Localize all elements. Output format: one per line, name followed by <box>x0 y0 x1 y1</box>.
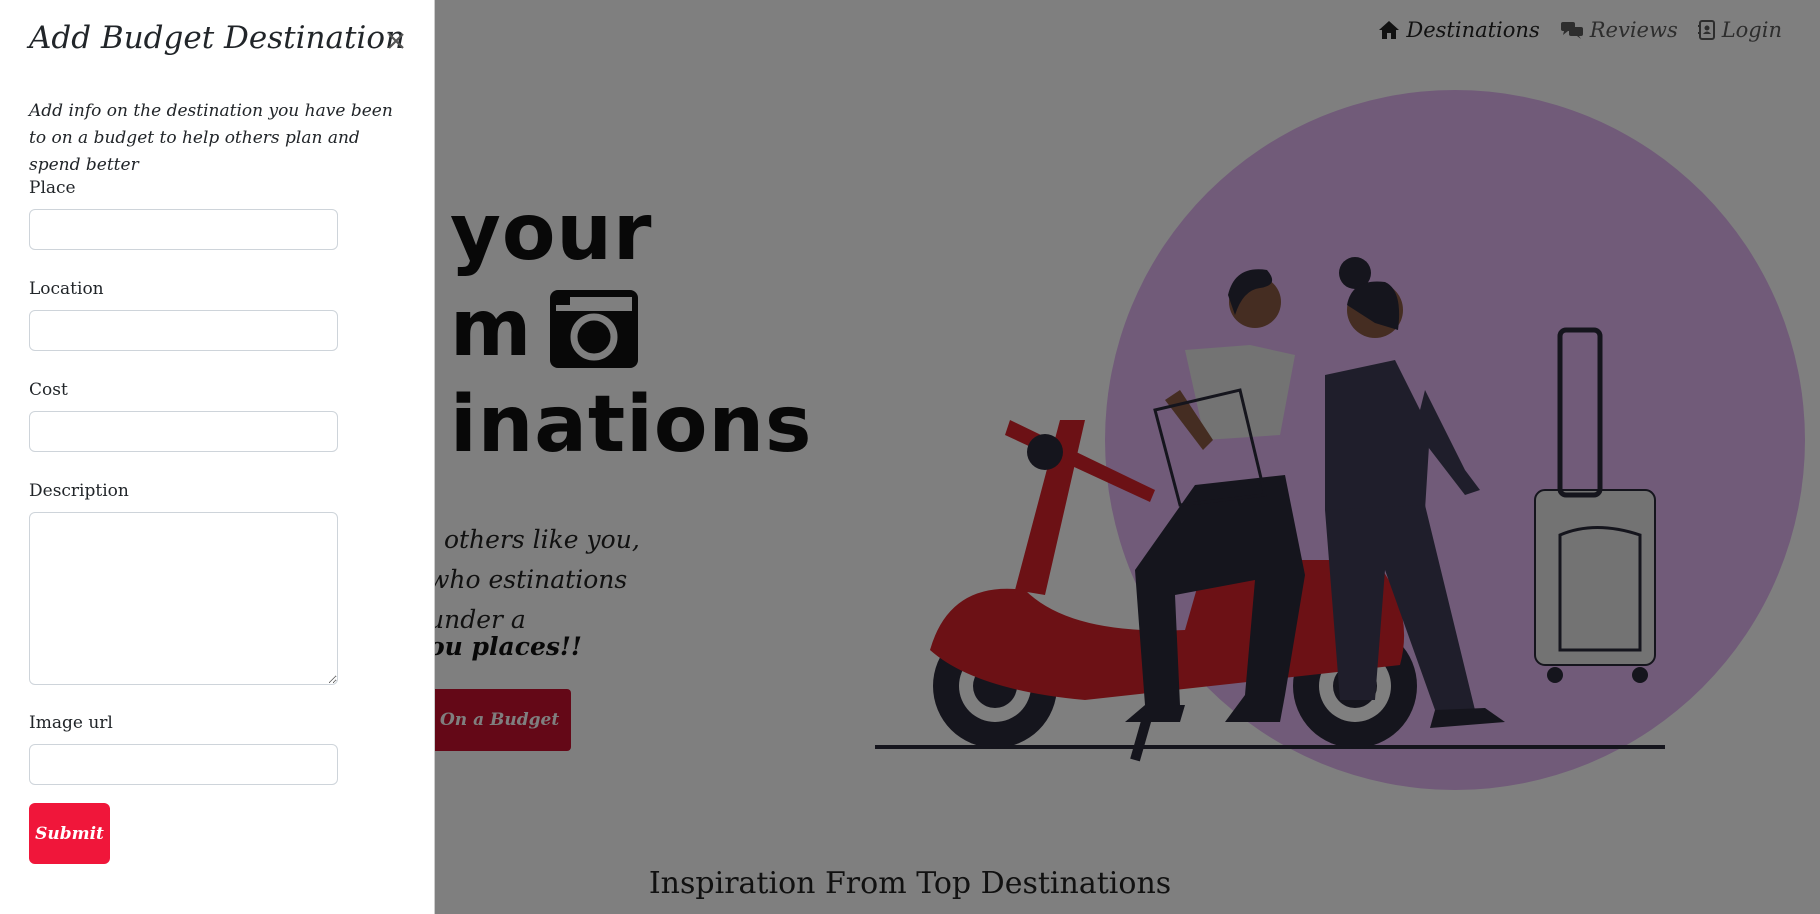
close-icon <box>388 33 404 49</box>
close-button[interactable] <box>379 24 413 58</box>
description-textarea[interactable] <box>29 512 338 685</box>
location-label: Location <box>29 279 104 299</box>
description-label: Description <box>29 481 129 501</box>
cost-label: Cost <box>29 380 68 400</box>
place-input[interactable] <box>29 209 338 250</box>
add-destination-panel: Add Budget Destination Add info on the d… <box>0 0 435 914</box>
panel-description: Add info on the destination you have bee… <box>29 101 393 175</box>
image-url-input[interactable] <box>29 744 338 785</box>
cost-input[interactable] <box>29 411 338 452</box>
image-url-label: Image url <box>29 713 113 733</box>
place-label: Place <box>29 178 76 198</box>
submit-button[interactable]: Submit <box>29 803 110 864</box>
panel-title: Add Budget Destination <box>29 20 405 56</box>
location-input[interactable] <box>29 310 338 351</box>
